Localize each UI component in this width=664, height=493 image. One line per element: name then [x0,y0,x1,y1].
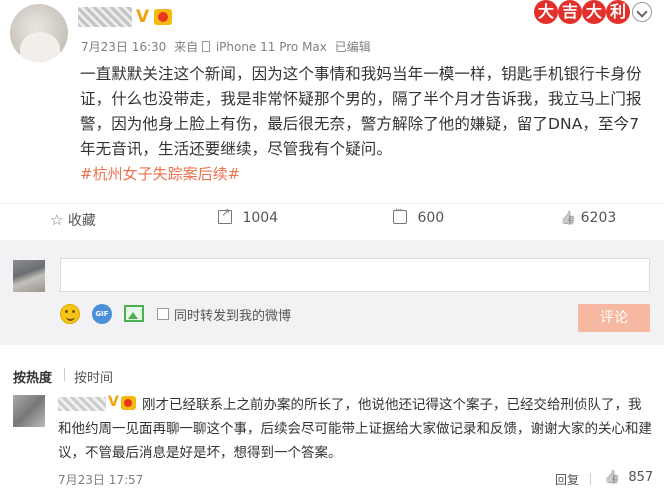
device-icon [201,41,210,52]
star-icon: ☆ [50,211,64,229]
commenter-avatar[interactable] [13,395,45,427]
comment-sort-bar: 按热度 按时间 [0,345,664,391]
verified-v-icon: V [108,394,119,410]
comment-button[interactable]: 600 [393,205,445,226]
comment-input[interactable] [60,258,650,292]
comment-count: 600 [417,210,445,226]
comment-composer: GIF 同时转发到我的微博 评论 [0,240,664,345]
post-device: iPhone 11 Pro Max [215,40,327,54]
my-avatar [13,260,45,292]
weibo-post: V 大 吉 大 利 7月23日 16:30 来自 iPhone 11 Pro M… [0,0,664,200]
sort-by-hot-tab[interactable]: 按热度 [13,367,52,386]
like-button[interactable]: 6203 [560,210,616,226]
comment-like-button[interactable]: 857 [604,470,653,485]
repost-button[interactable]: 1004 [218,206,279,226]
favorite-button[interactable]: ☆ 收藏 [50,210,96,230]
repost-checkbox-label[interactable]: 同时转发到我的微博 [174,305,291,324]
commenter-name-blurred[interactable] [58,397,106,411]
post-source-prefix: 来自 [174,40,199,54]
comment-action-divider [590,473,591,485]
vip-badge-icon [154,9,172,25]
vip-badge-icon [121,396,136,410]
repost-checkbox[interactable] [157,308,169,320]
post-meta: 7月23日 16:30 来自 iPhone 11 Pro Max 已编辑 [81,38,375,55]
like-count: 6203 [580,210,617,226]
lucky-char: 吉 [558,0,582,24]
verified-v-icon: V [136,7,150,27]
post-action-bar: ☆ 收藏 1004 600 6203 [0,203,664,235]
share-icon [218,206,232,224]
repost-count: 1004 [242,210,279,226]
author-avatar[interactable] [10,4,68,62]
post-menu-chevron-icon[interactable] [632,2,652,22]
thumbs-up-icon [560,210,576,226]
gif-icon[interactable]: GIF [92,304,112,324]
lucky-badge: 大 吉 大 利 [534,0,652,26]
comment-icon [393,205,407,224]
favorite-label: 收藏 [67,213,96,229]
post-text: 一直默默关注这个新闻，因为这个事情和我妈当年一模一样，钥匙手机银行卡身份证，什么… [80,65,642,158]
lucky-char: 大 [582,0,606,24]
emoji-icon[interactable] [60,304,80,324]
topic-link[interactable]: #杭州女子失踪案后续# [80,163,240,184]
image-icon[interactable] [124,305,144,322]
comment-like-count: 857 [628,470,654,485]
submit-comment-button[interactable]: 评论 [578,304,650,332]
thumbs-up-icon [604,470,620,485]
comment-time: 7月23日 17:57 [58,473,144,487]
sort-divider [64,368,65,381]
author-name-blurred[interactable] [78,7,132,27]
post-edited[interactable]: 已编辑 [335,40,371,54]
lucky-char: 大 [534,0,558,24]
lucky-char: 利 [606,0,630,24]
comment-text: 刚才已经联系上之前办案的所长了，他说他还记得这个案子，已经交给刑侦队了，我和他约… [58,397,652,461]
post-time[interactable]: 7月23日 16:30 [81,40,166,54]
sort-by-time-tab[interactable]: 按时间 [74,367,113,386]
reply-button[interactable]: 回复 [555,471,579,488]
comment-item: 刚才已经联系上之前办案的所长了，他说他还记得这个案子，已经交给刑侦队了，我和他约… [0,391,664,493]
